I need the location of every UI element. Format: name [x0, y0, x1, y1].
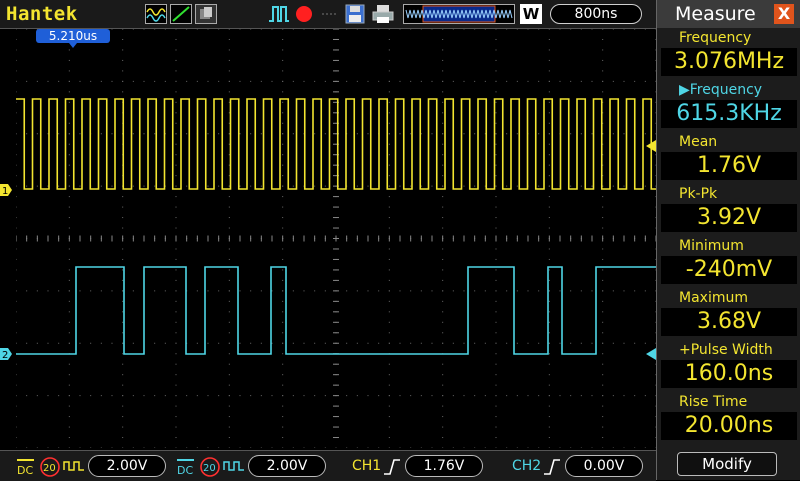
ch2-trigger-level-marker[interactable] [644, 348, 656, 360]
measure-label-3: Pk-Pk [679, 186, 718, 202]
top-status-bar: Hantek W 800ns [0, 0, 656, 29]
ch2-dc-coupling-icon[interactable]: DC [174, 457, 198, 477]
ch2-rising-edge-icon[interactable] [542, 457, 562, 477]
measure-label-4: Minimum [679, 238, 744, 254]
measure-panel: Measure X Frequency 3.076MHz ▶Frequency 615… [656, 0, 800, 480]
measure-value-4[interactable]: -240mV [661, 256, 797, 284]
measure-value-5[interactable]: 3.68V [661, 308, 797, 336]
run-mode-icon[interactable] [268, 4, 290, 24]
svg-text:20: 20 [43, 463, 56, 474]
svg-text:2: 2 [2, 350, 8, 360]
persistence-icon[interactable] [195, 4, 217, 24]
ch1-ground-marker[interactable]: 1 [0, 184, 12, 196]
measure-value-6[interactable]: 160.0ns [661, 360, 797, 388]
measure-label-0: Frequency [679, 30, 752, 46]
close-icon[interactable]: X [774, 4, 794, 24]
ch2-trigger-level[interactable]: 0.00V [565, 455, 643, 477]
record-icon[interactable] [294, 4, 314, 24]
modify-button[interactable]: Modify [677, 452, 777, 476]
ch1-dc-coupling-icon[interactable]: DC [14, 457, 38, 477]
trigger-ch2-label: CH2 [512, 458, 542, 474]
dot-mode-icon[interactable] [170, 4, 192, 24]
svg-text:DC: DC [177, 464, 193, 477]
measure-label-5: Maximum [679, 290, 748, 306]
print-icon[interactable] [372, 4, 394, 24]
waveform-canvas [15, 28, 660, 449]
bottom-status-bar: DC 20 2.00V DC 20 2.00V CH1 1.76V CH2 0.… [0, 450, 656, 481]
waveform-mode-icon[interactable] [145, 4, 167, 24]
ch2-waveform-icon [223, 461, 244, 471]
measure-value-1[interactable]: 615.3KHz [661, 100, 797, 128]
measure-label-7: Rise Time [679, 394, 748, 410]
measure-label-2: Mean [679, 134, 718, 150]
svg-text:20: 20 [203, 463, 216, 474]
wave-badge: W [520, 4, 542, 24]
measure-label-6: +Pulse Width [679, 342, 773, 358]
measure-value-3[interactable]: 3.92V [661, 204, 797, 232]
ch1-trigger-level-marker[interactable] [644, 140, 656, 152]
ch1-rising-edge-icon[interactable] [382, 457, 402, 477]
brand-logo: Hantek [6, 3, 78, 25]
trigger-ch1-label: CH1 [352, 458, 382, 474]
svg-text:DC: DC [17, 464, 33, 477]
measure-value-7[interactable]: 20.00ns [661, 412, 797, 440]
scope-screen[interactable] [15, 28, 660, 449]
measure-title-text: Measure [675, 3, 756, 25]
separator-icon [322, 13, 338, 15]
ch2-volts-div[interactable]: 2.00V [248, 455, 326, 477]
measure-value-0[interactable]: 3.076MHz [661, 48, 797, 76]
timebase-display[interactable]: 800ns [550, 4, 642, 24]
ch1-trigger-level[interactable]: 1.76V [405, 455, 483, 477]
ch1-bandwidth-limit-icon[interactable]: 20 [39, 456, 61, 478]
measure-value-2[interactable]: 1.76V [661, 152, 797, 180]
graticule-grid [15, 28, 657, 449]
ch1-volts-div[interactable]: 2.00V [88, 455, 166, 477]
ch1-waveform-icon [63, 461, 84, 471]
measure-label-1: ▶Frequency [679, 82, 763, 98]
ch2-ground-marker[interactable]: 2 [0, 348, 12, 360]
memory-depth-icon[interactable] [403, 4, 515, 24]
save-icon[interactable] [345, 4, 365, 24]
ch2-bandwidth-limit-icon[interactable]: 20 [199, 456, 221, 478]
svg-text:1: 1 [2, 186, 8, 196]
trigger-position-label: 5.210us [48, 29, 98, 43]
